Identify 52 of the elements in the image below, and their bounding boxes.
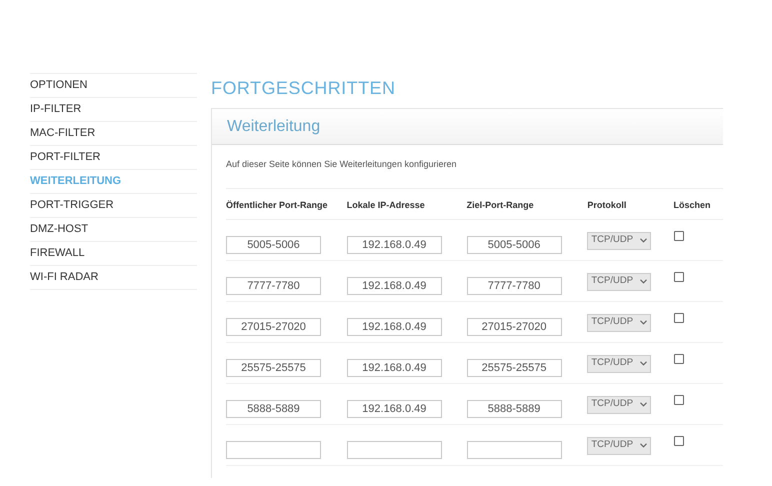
text-field[interactable]: 192.168.0.49 [346, 358, 442, 376]
sidebar-item[interactable]: OPTIONEN [30, 74, 197, 98]
delete-checkbox[interactable] [674, 354, 684, 364]
chevron-down-icon [640, 320, 648, 325]
text-field[interactable]: 7777-7780 [226, 276, 321, 294]
chevron-down-icon [640, 238, 648, 243]
delete-checkbox[interactable] [674, 312, 684, 322]
delete-checkbox[interactable] [674, 272, 684, 282]
protocol-select[interactable]: TCP/UDP [587, 314, 652, 332]
sidebar-item[interactable]: MAC-FILTER [30, 122, 197, 146]
protocol-select[interactable]: TCP/UDP [587, 354, 652, 372]
sidebar-item[interactable]: IP-FILTER [30, 98, 197, 122]
protocol-select[interactable]: TCP/UDP [587, 272, 652, 290]
text-field[interactable]: 27015-27020 [226, 318, 321, 336]
sidebar-item[interactable]: PORT-FILTER [30, 146, 197, 170]
sidebar-item[interactable]: FIREWALL [30, 242, 197, 266]
panel-title: Weiterleitung [227, 116, 320, 136]
text-field[interactable]: 5888-5889 [226, 400, 321, 418]
text-field[interactable] [466, 440, 562, 458]
text-field[interactable]: 7777-7780 [466, 276, 562, 294]
text-field[interactable]: 25575-25575 [466, 358, 562, 376]
text-field[interactable]: 5005-5006 [466, 236, 562, 254]
column-header: Öffentlicher Port-Range [226, 200, 328, 210]
text-field[interactable]: 27015-27020 [466, 318, 562, 336]
text-field[interactable] [346, 440, 442, 458]
description: Auf dieser Seite können Sie Weiterleitungen konfigurieren [226, 158, 458, 171]
column-header: Protokoll [587, 200, 626, 210]
page-title: FORTGESCHRITTEN [211, 77, 396, 97]
column-header: Löschen [674, 200, 711, 210]
text-field[interactable]: 192.168.0.49 [346, 236, 442, 254]
protocol-select[interactable]: TCP/UDP [587, 232, 652, 250]
text-field[interactable]: 192.168.0.49 [346, 400, 442, 418]
chevron-down-icon [640, 402, 648, 407]
protocol-select[interactable]: TCP/UDP [587, 396, 652, 414]
text-field[interactable] [226, 440, 321, 458]
column-header: Lokale IP-Adresse [346, 200, 425, 210]
chevron-down-icon [640, 361, 648, 366]
sidebar-item[interactable]: WI-FI RADAR [30, 266, 197, 290]
delete-checkbox[interactable] [674, 436, 684, 446]
sidebar-item[interactable]: PORT-TRIGGER [30, 194, 197, 218]
text-field[interactable]: 25575-25575 [226, 358, 321, 376]
column-header: Ziel-Port-Range [466, 200, 534, 210]
text-field[interactable]: 192.168.0.49 [346, 276, 442, 294]
text-field[interactable]: 192.168.0.49 [346, 318, 442, 336]
protocol-select[interactable]: TCP/UDP [587, 436, 652, 454]
text-field[interactable]: 5888-5889 [466, 400, 562, 418]
delete-checkbox[interactable] [674, 230, 684, 240]
chevron-down-icon [640, 443, 648, 448]
sidebar-item[interactable]: DMZ-HOST [30, 218, 197, 242]
delete-checkbox[interactable] [674, 394, 684, 404]
text-field[interactable]: 5005-5006 [226, 236, 321, 254]
chevron-down-icon [640, 279, 648, 284]
